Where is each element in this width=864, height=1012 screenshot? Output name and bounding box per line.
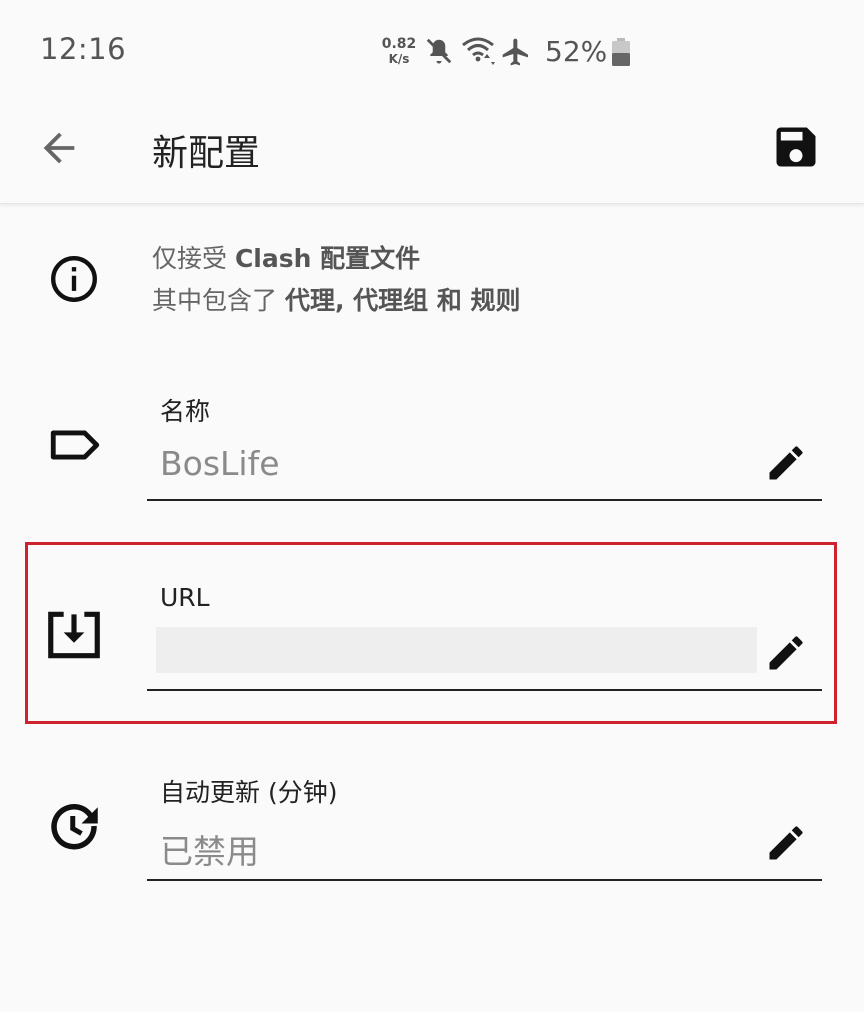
edit-name-pencil-icon[interactable] <box>764 441 808 485</box>
auto-update-field-label: 自动更新 (分钟) <box>160 778 338 807</box>
network-speed: 0.82 K/s <box>380 37 418 67</box>
info-line-1: 仅接受 Clash 配置文件 <box>152 238 521 280</box>
save-icon[interactable] <box>770 121 822 173</box>
info-line-2-prefix: 其中包含了 <box>152 286 285 315</box>
app-bar: 新配置 <box>0 105 864 204</box>
name-field-underline <box>147 499 822 501</box>
network-speed-unit: K/s <box>388 52 410 66</box>
auto-update-field-value[interactable]: 已禁用 <box>160 825 259 873</box>
mute-icon <box>426 38 452 64</box>
label-tag-icon <box>50 430 100 460</box>
battery-icon <box>612 38 630 66</box>
arrow-back-icon[interactable] <box>36 125 82 171</box>
info-line-1-prefix: 仅接受 <box>152 244 235 273</box>
name-field-value[interactable]: BosLife <box>160 444 280 483</box>
status-time: 12:16 <box>40 32 127 66</box>
battery-percent: 52% <box>545 35 608 68</box>
info-line-1-bold: Clash 配置文件 <box>234 244 421 273</box>
auto-update-field-underline <box>147 879 822 881</box>
name-field-label: 名称 <box>160 397 211 426</box>
info-description: 仅接受 Clash 配置文件 其中包含了 代理, 代理组 和 规则 <box>152 238 521 322</box>
wifi-icon <box>462 37 496 66</box>
info-line-2-bold: 代理, 代理组 和 规则 <box>284 286 521 315</box>
airplane-icon <box>502 38 528 66</box>
info-line-2: 其中包含了 代理, 代理组 和 规则 <box>152 280 521 322</box>
info-icon <box>51 256 97 302</box>
page-title: 新配置 <box>152 133 261 174</box>
clock-refresh-icon <box>51 804 98 850</box>
network-speed-value: 0.82 <box>381 36 417 52</box>
status-bar: 12:16 0.82 K/s 52% <box>0 0 864 105</box>
edit-auto-update-pencil-icon[interactable] <box>764 821 808 865</box>
url-field-highlight <box>25 542 837 724</box>
